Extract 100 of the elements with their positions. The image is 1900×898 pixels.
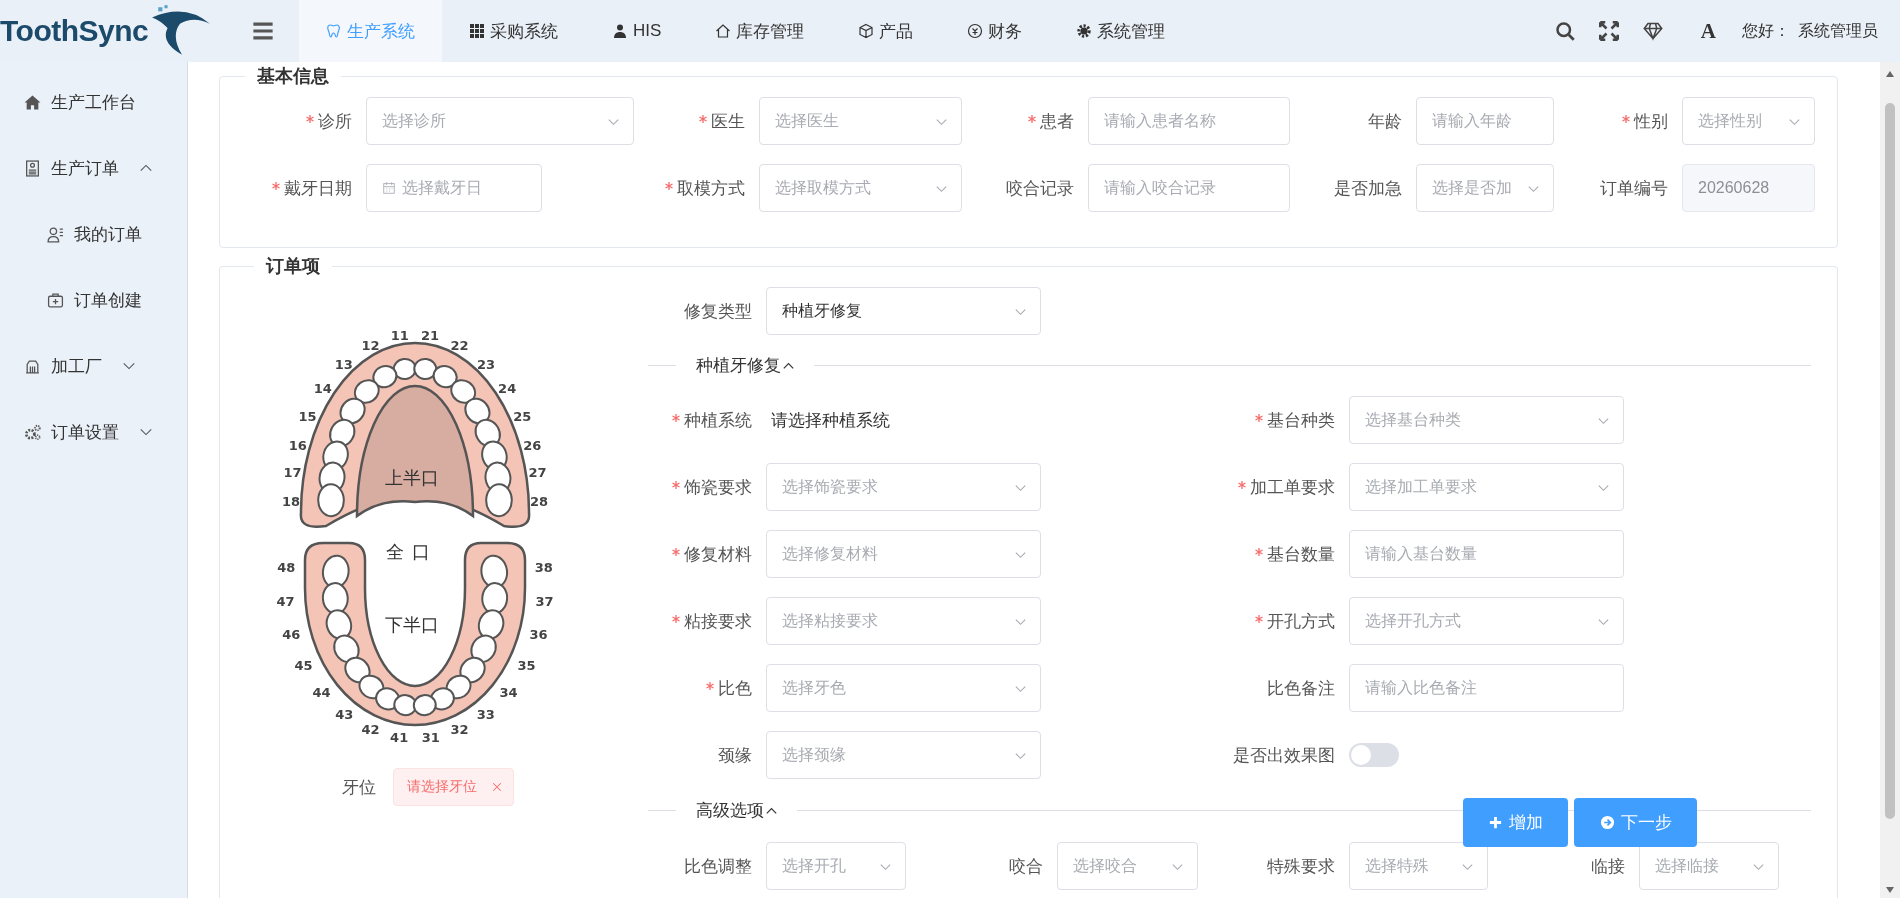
nav-tab[interactable]: 库存管理 bbox=[688, 0, 832, 62]
field-label: 咬合记录 bbox=[1006, 177, 1074, 200]
tooth-number[interactable]: 27 bbox=[528, 465, 547, 481]
sidebar-subitem[interactable]: 我的订单 bbox=[0, 201, 187, 267]
coin-icon bbox=[967, 23, 984, 39]
tooth-number[interactable]: 26 bbox=[523, 437, 542, 453]
field-label: 修复类型 bbox=[684, 300, 752, 323]
arch-label[interactable]: 全口 bbox=[386, 542, 438, 562]
tooth-number[interactable]: 31 bbox=[421, 729, 440, 745]
field-label: 年龄 bbox=[1368, 110, 1402, 133]
tooth-number[interactable]: 34 bbox=[499, 685, 518, 701]
field-label: 种植系统 bbox=[684, 409, 752, 432]
field-label: 颈缘 bbox=[718, 744, 752, 767]
sidebar-item[interactable]: 生产工作台 bbox=[0, 69, 187, 135]
arrow-circle-icon bbox=[1599, 815, 1615, 830]
tooth-number[interactable]: 42 bbox=[361, 721, 380, 737]
field-value[interactable]: 请选择种植系统 bbox=[766, 410, 890, 430]
grid-icon bbox=[469, 23, 485, 39]
person-icon bbox=[612, 23, 628, 39]
field-label: 牙位 bbox=[342, 776, 376, 799]
tooth-number[interactable]: 36 bbox=[529, 627, 548, 643]
nav-tab[interactable]: 产品 bbox=[831, 0, 941, 62]
tooth-number[interactable]: 15 bbox=[298, 409, 317, 424]
field-label: 基台种类 bbox=[1267, 409, 1335, 432]
arch-label[interactable]: 下半口 bbox=[385, 615, 439, 635]
tooth-number[interactable]: 17 bbox=[283, 465, 302, 481]
field-label: 临接 bbox=[1591, 855, 1625, 878]
tooth-number[interactable]: 16 bbox=[288, 437, 307, 453]
tooth-number[interactable]: 37 bbox=[535, 594, 554, 610]
card-title: 基本信息 bbox=[245, 64, 341, 88]
scroll-down-icon[interactable] bbox=[1885, 886, 1895, 894]
tooth-number[interactable]: 25 bbox=[513, 409, 532, 424]
sidebar-item[interactable]: 订单设置 bbox=[0, 399, 187, 465]
field-label: 诊所 bbox=[318, 110, 352, 133]
field-label: 戴牙日期 bbox=[284, 177, 352, 200]
tooth-number[interactable]: 12 bbox=[361, 337, 380, 353]
tooth-number[interactable]: 48 bbox=[277, 560, 296, 576]
field-label: 是否加急 bbox=[1334, 177, 1402, 200]
input-field: 20260628 bbox=[1682, 164, 1815, 212]
scrollbar[interactable] bbox=[1880, 62, 1900, 898]
toggle-switch[interactable] bbox=[1349, 743, 1399, 767]
tooth-number[interactable]: 11 bbox=[390, 328, 409, 344]
tooth-icon bbox=[326, 23, 342, 39]
plus-icon bbox=[1488, 815, 1503, 830]
tooth-number[interactable]: 14 bbox=[313, 381, 332, 397]
box-icon bbox=[858, 23, 875, 39]
scrollbar-thumb[interactable] bbox=[1885, 103, 1895, 819]
sidebar-item[interactable]: 生产订单 bbox=[0, 135, 187, 201]
card-title: 订单项 bbox=[254, 254, 332, 278]
field-label: 咬合 bbox=[1009, 855, 1043, 878]
field-label: 比色 bbox=[718, 677, 752, 700]
gears-icon bbox=[24, 423, 41, 441]
nav-tab[interactable]: HIS bbox=[585, 0, 689, 62]
house-icon bbox=[715, 23, 732, 39]
field-label: 取模方式 bbox=[677, 177, 745, 200]
tooth-number[interactable]: 33 bbox=[476, 706, 495, 722]
tooth-number[interactable]: 18 bbox=[281, 493, 301, 509]
tooth-number[interactable]: 22 bbox=[450, 337, 469, 353]
section-title[interactable]: 种植牙修复 bbox=[696, 354, 781, 377]
field-label: 开孔方式 bbox=[1267, 610, 1335, 633]
field-label: 是否出效果图 bbox=[1233, 744, 1335, 767]
tooth-number[interactable]: 21 bbox=[421, 328, 440, 344]
menu-icon[interactable] bbox=[252, 20, 274, 42]
field-label: 粘接要求 bbox=[684, 610, 752, 633]
field-label: 特殊要求 bbox=[1267, 855, 1335, 878]
field-label: 加工单要求 bbox=[1250, 476, 1335, 499]
tooth-number[interactable]: 13 bbox=[334, 356, 353, 372]
sidebar-subitem[interactable]: 订单创建 bbox=[0, 267, 187, 333]
field-label: 饰瓷要求 bbox=[684, 476, 752, 499]
arch-label[interactable]: 上半口 bbox=[385, 468, 439, 488]
search-icon[interactable] bbox=[1554, 21, 1575, 41]
user-name[interactable]: 系统管理员 bbox=[1798, 20, 1878, 42]
field-label: 患者 bbox=[1040, 110, 1074, 133]
tooth-number[interactable]: 41 bbox=[390, 729, 409, 745]
font-size-button[interactable]: A bbox=[1700, 18, 1716, 44]
field-label: 订单编号 bbox=[1600, 177, 1668, 200]
tooth-number[interactable]: 35 bbox=[517, 658, 536, 674]
tooth-number[interactable]: 43 bbox=[335, 706, 354, 722]
select-field[interactable]: 种植牙修复 bbox=[766, 287, 1041, 335]
section-title[interactable]: 高级选项 bbox=[696, 799, 764, 822]
fullscreen-icon[interactable] bbox=[1598, 21, 1619, 41]
scroll-up-icon[interactable] bbox=[1885, 70, 1895, 78]
nav-tab[interactable]: 采购系统 bbox=[442, 0, 585, 62]
tooth-number[interactable]: 28 bbox=[529, 493, 549, 509]
gear-icon bbox=[1076, 23, 1093, 39]
tooth-number[interactable]: 38 bbox=[534, 560, 553, 576]
tooth-number[interactable]: 23 bbox=[477, 356, 496, 372]
field-label: 性别 bbox=[1634, 110, 1668, 133]
nav-tab[interactable]: 财务 bbox=[940, 0, 1050, 62]
tooth-number[interactable]: 24 bbox=[498, 381, 517, 397]
tooth-number[interactable]: 45 bbox=[294, 658, 313, 674]
sidebar-item[interactable]: 加工厂 bbox=[0, 333, 187, 399]
tooth-number[interactable]: 44 bbox=[312, 685, 331, 701]
tooth-number[interactable]: 47 bbox=[276, 594, 295, 610]
logo-text: ToothSync bbox=[0, 14, 149, 48]
gem-icon[interactable] bbox=[1642, 21, 1663, 41]
tooth-number[interactable]: 32 bbox=[450, 721, 469, 737]
logo-swoosh-icon bbox=[150, 5, 213, 57]
nav-tab[interactable]: 系统管理 bbox=[1049, 0, 1193, 62]
tooth-number[interactable]: 46 bbox=[282, 627, 301, 643]
